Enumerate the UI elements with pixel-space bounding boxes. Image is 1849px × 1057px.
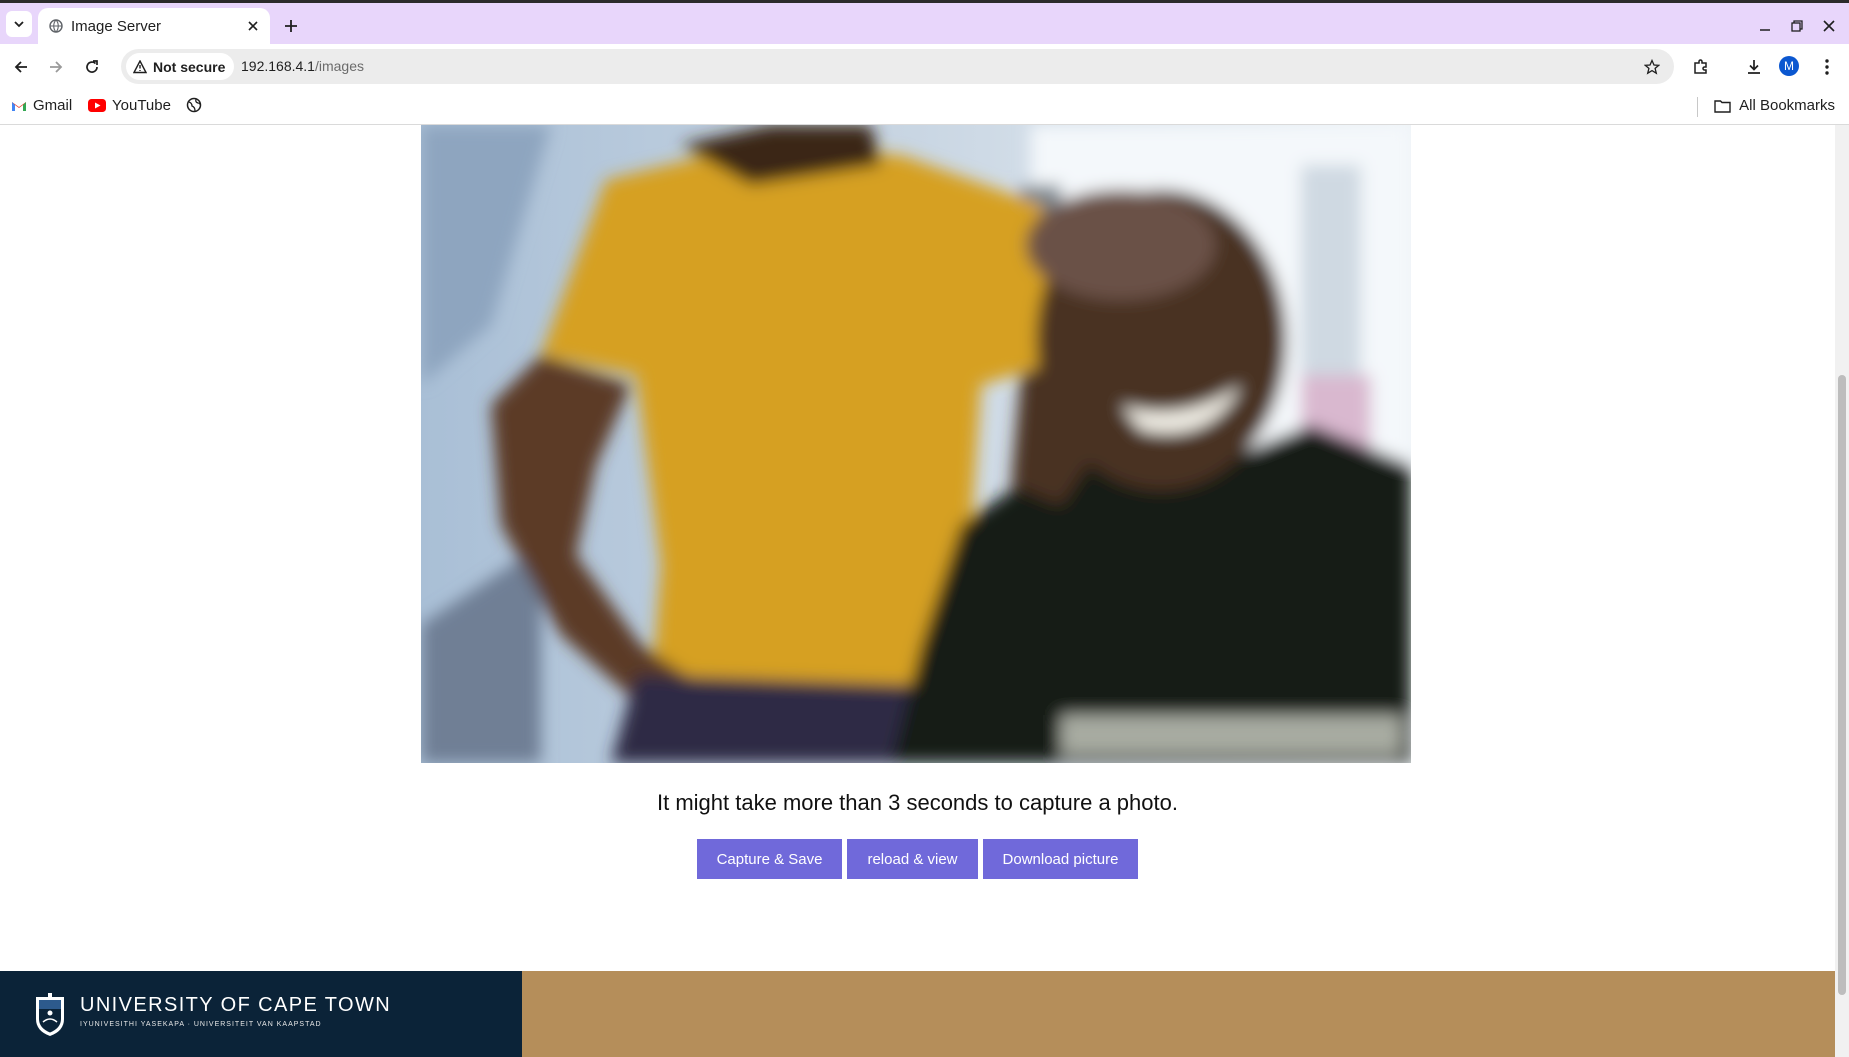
captured-photo [421,125,1411,763]
plus-icon [285,20,297,32]
capture-notice: It might take more than 3 seconds to cap… [657,790,1178,815]
close-icon [248,21,258,31]
warning-icon [133,59,147,73]
bookmark-youtube[interactable]: YouTube [88,97,171,114]
uct-crest-icon [36,993,64,1036]
photo-image [421,125,1411,763]
extensions-button[interactable] [1688,54,1714,80]
bookmark-globe[interactable] [186,97,202,113]
url-host: 192.168.4.1 [241,58,315,74]
bookmarks-separator [1697,97,1698,117]
arrow-left-icon [14,61,27,73]
close-icon [1823,20,1835,32]
page-scrollbar[interactable] [1835,125,1849,1057]
tab-strip: Image Server [0,3,1849,44]
folder-icon [1714,99,1731,113]
reload-view-button[interactable]: reload & view [847,839,978,879]
download-icon [1748,60,1760,74]
bookmark-star-button[interactable] [1642,57,1662,77]
profile-avatar[interactable]: M [1779,56,1799,76]
university-subtitle: IYUNIVESITHI YASEKAPA · UNIVERSITEIT VAN… [80,1021,322,1028]
bookmark-label: Gmail [33,97,73,114]
chevron-down-icon [14,21,24,28]
browser-toolbar: Not secure 192.168.4.1/images M [0,44,1849,89]
minimize-button[interactable] [1754,15,1776,37]
bookmark-gmail[interactable]: Gmail [11,97,72,114]
university-name: UNIVERSITY OF CAPE TOWN [80,994,392,1016]
security-label: Not secure [153,58,226,75]
back-button[interactable] [9,55,33,79]
tab-image-server[interactable]: Image Server [38,8,270,44]
tab-search-button[interactable] [6,11,32,37]
bookmark-label: YouTube [112,97,171,114]
url-path: /images [314,58,364,74]
tab-title: Image Server [71,18,162,35]
all-bookmarks-label: All Bookmarks [1739,97,1835,114]
globe-icon [186,97,202,113]
tab-close-button[interactable] [244,17,262,35]
restore-icon [1791,20,1803,32]
arrow-right-icon [50,61,63,73]
page-viewport: It might take more than 3 seconds to cap… [0,125,1835,1057]
bookmarks-bar: Gmail YouTube All Bookmarks [0,89,1849,125]
downloads-button[interactable] [1741,54,1767,80]
action-buttons: Capture & Save reload & view Download pi… [0,839,1835,879]
reload-button[interactable] [80,55,104,79]
youtube-icon [88,99,106,112]
puzzle-icon [1694,59,1707,74]
scrollbar-thumb[interactable] [1838,375,1846,995]
new-tab-button[interactable] [280,15,302,37]
star-icon [1644,59,1660,75]
capture-save-button[interactable]: Capture & Save [696,839,843,879]
globe-icon [49,19,63,33]
address-bar[interactable]: Not secure 192.168.4.1/images [121,49,1674,84]
all-bookmarks-button[interactable]: All Bookmarks [1714,97,1835,114]
footer-accent [522,971,1835,1057]
url-text[interactable]: 192.168.4.1/images [241,58,364,74]
security-chip[interactable]: Not secure [126,53,235,80]
footer-brand: UNIVERSITY OF CAPE TOWN IYUNIVESITHI YAS… [0,971,522,1057]
restore-button[interactable] [1786,15,1808,37]
gmail-icon [12,101,26,111]
kebab-menu-icon [1825,59,1829,75]
menu-button[interactable] [1814,54,1840,80]
close-window-button[interactable] [1818,15,1840,37]
forward-button[interactable] [44,55,68,79]
reload-icon [86,60,98,73]
download-picture-button[interactable]: Download picture [982,839,1139,879]
minimize-icon [1760,29,1770,31]
